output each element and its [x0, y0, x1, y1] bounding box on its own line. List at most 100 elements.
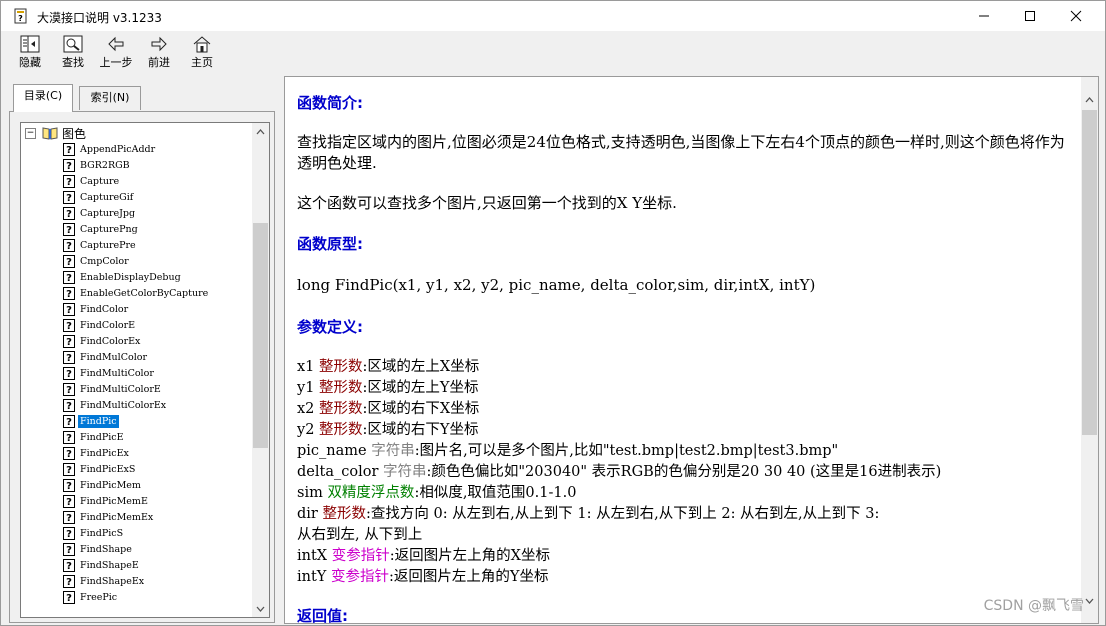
maximize-button[interactable] [1007, 1, 1053, 31]
tree-item[interactable]: ? FindPicS [63, 525, 210, 541]
minimize-icon [979, 15, 989, 17]
tree-item[interactable]: ? CapturePre [63, 237, 210, 253]
chevron-up-icon [1085, 96, 1094, 102]
tree-item-label: EnableGetColorByCapture [80, 287, 209, 299]
param-type: 变参指针 [330, 569, 389, 585]
tree-item-label: CaptureJpg [80, 207, 136, 219]
scroll-down-arrow[interactable] [252, 600, 269, 617]
tree-item[interactable]: ? FindPic [63, 413, 210, 429]
hide-button[interactable]: 隐藏 [11, 34, 49, 74]
tree-scrollbar[interactable] [252, 123, 269, 617]
back-button[interactable]: 上一步 [97, 34, 135, 74]
tree-item[interactable]: ? AppendPicAddr [63, 141, 210, 157]
tree-item-label: FindMultiColorEx [80, 399, 167, 411]
tree-item[interactable]: ? FindPicMemE [63, 493, 210, 509]
tree-item[interactable]: ? FindShape [63, 541, 210, 557]
content-scrollbar[interactable] [1081, 77, 1098, 623]
param-line: sim 双精度浮点数:相似度,取值范围0.1-1.0 [297, 483, 576, 504]
param-name: x2 [297, 401, 320, 417]
tree-item[interactable]: ? BGR2RGB [63, 157, 210, 173]
hide-label: 隐藏 [19, 56, 41, 69]
tree-item-label: FindPicS [80, 527, 124, 539]
back-arrow-icon [108, 36, 124, 52]
content-scroll-thumb[interactable] [1082, 110, 1097, 435]
close-button[interactable] [1053, 1, 1099, 31]
tree-item[interactable]: ? FindColorEx [63, 333, 210, 349]
param-description: :颜色色偏比如"203040" 表示RGB的色偏分别是20 30 40 (这里是… [426, 464, 942, 480]
find-label: 查找 [62, 56, 84, 69]
tree-item[interactable]: ? FindPicMem [63, 477, 210, 493]
chevron-down-icon [256, 606, 265, 612]
find-button[interactable]: 查找 [54, 34, 92, 74]
param-description: :查找方向 0: 从左到右,从上到下 1: 从左到右,从下到上 2: 从右到左,… [365, 506, 880, 522]
param-name: pic_name [297, 443, 372, 459]
close-icon [1070, 10, 1082, 22]
tree-item[interactable]: ? FindColor [63, 301, 210, 317]
tree-item[interactable]: ? CaptureJpg [63, 205, 210, 221]
param-line: delta_color 字符串:颜色色偏比如"203040" 表示RGB的色偏分… [297, 462, 941, 483]
collapse-icon[interactable]: − [25, 127, 36, 139]
tree-item[interactable]: ? FindPicExS [63, 461, 210, 477]
tree-item-label: FindPicMemEx [80, 511, 154, 523]
param-description: :图片名,可以是多个图片,比如"test.bmp|test2.bmp|test3… [414, 443, 839, 459]
param-type: 变参指针 [331, 548, 390, 564]
tree-item[interactable]: ? FreePic [63, 589, 210, 605]
tree-item[interactable]: ? FindShapeEx [63, 573, 210, 589]
tree-item-label: FindPic [77, 413, 120, 429]
help-topic-icon: ? [63, 510, 75, 524]
tree-item[interactable]: ? FindPicEx [63, 445, 210, 461]
tree-item-label: FindShapeE [80, 559, 139, 571]
tree-item[interactable]: ? FindShapeE [63, 557, 210, 573]
help-topic-icon: ? [63, 158, 75, 172]
tree-item-label: CaptureGif [80, 191, 134, 203]
tree-item[interactable]: ? FindPicE [63, 429, 210, 445]
tree-item[interactable]: ? FindPicMemEx [63, 509, 210, 525]
param-line: y1 整形数:区域的左上Y坐标 [297, 378, 479, 399]
intro-paragraph: 查找指定区域内的图片,位图必须是24位色格式,支持透明色,当图像上下左右4个顶点… [297, 133, 1065, 172]
tree-item[interactable]: ? CmpColor [63, 253, 210, 269]
forward-button[interactable]: 前进 [140, 34, 178, 74]
hide-icon [20, 35, 40, 53]
tree-item[interactable]: ? FindMulColor [63, 349, 210, 365]
tree-root-label: 图色 [62, 126, 87, 141]
param-name: delta_color [297, 464, 383, 480]
tree-item-label: BGR2RGB [80, 159, 130, 171]
minimize-button[interactable] [961, 1, 1007, 31]
param-type: 整形数 [319, 380, 363, 396]
help-topic-icon: ? [63, 302, 75, 316]
tree-item[interactable]: ? FindMultiColorEx [63, 397, 210, 413]
maximize-icon [1025, 11, 1035, 21]
content-scroll-up-arrow[interactable] [1081, 91, 1098, 108]
param-name: sim [297, 485, 328, 501]
tree-item-label: FindPicEx [80, 447, 129, 459]
toolbar: 隐藏 查找 上一步 前进 主页 [1, 31, 1105, 75]
help-topic-icon: ? [63, 446, 75, 460]
help-topic-icon: ? [63, 366, 75, 380]
tree-item[interactable]: ? EnableGetColorByCapture [63, 285, 210, 301]
prototype-heading: 函数原型: [297, 235, 363, 253]
tree-item[interactable]: ? FindColorE [63, 317, 210, 333]
help-topic-icon: ? [63, 574, 75, 588]
tree-item[interactable]: ? EnableDisplayDebug [63, 269, 210, 285]
scroll-up-arrow[interactable] [252, 123, 269, 140]
scroll-thumb[interactable] [253, 223, 268, 448]
forward-label: 前进 [148, 56, 170, 69]
help-topic-icon: ? [63, 558, 75, 572]
tree-root-node[interactable]: − 图色 [25, 125, 86, 141]
contents-panel: − 图色 ? AppendPicAddr? BGR2RGB? Capture? Capt… [9, 111, 275, 623]
home-button[interactable]: 主页 [183, 34, 221, 74]
help-topic-icon: ? [63, 142, 75, 156]
tree-item[interactable]: ? Capture [63, 173, 210, 189]
tree-item[interactable]: ? CapturePng [63, 221, 210, 237]
tree-item[interactable]: ? FindMultiColorE [63, 381, 210, 397]
help-window: ? 大漠接口说明 v3.1233 隐藏 查找 上一步 前进 主页 目录(C) 索… [0, 0, 1106, 626]
param-description: :相似度,取值范围0.1-1.0 [414, 485, 577, 501]
param-type: 双精度浮点数 [327, 485, 415, 501]
tree-item[interactable]: ? CaptureGif [63, 189, 210, 205]
param-line: x1 整形数:区域的左上X坐标 [297, 357, 479, 378]
tab-contents[interactable]: 目录(C) [13, 84, 73, 112]
param-line: y2 整形数:区域的右下Y坐标 [297, 420, 479, 441]
tree-item[interactable]: ? FindMultiColor [63, 365, 210, 381]
tab-index[interactable]: 索引(N) [79, 86, 141, 110]
chevron-up-icon [256, 128, 265, 134]
